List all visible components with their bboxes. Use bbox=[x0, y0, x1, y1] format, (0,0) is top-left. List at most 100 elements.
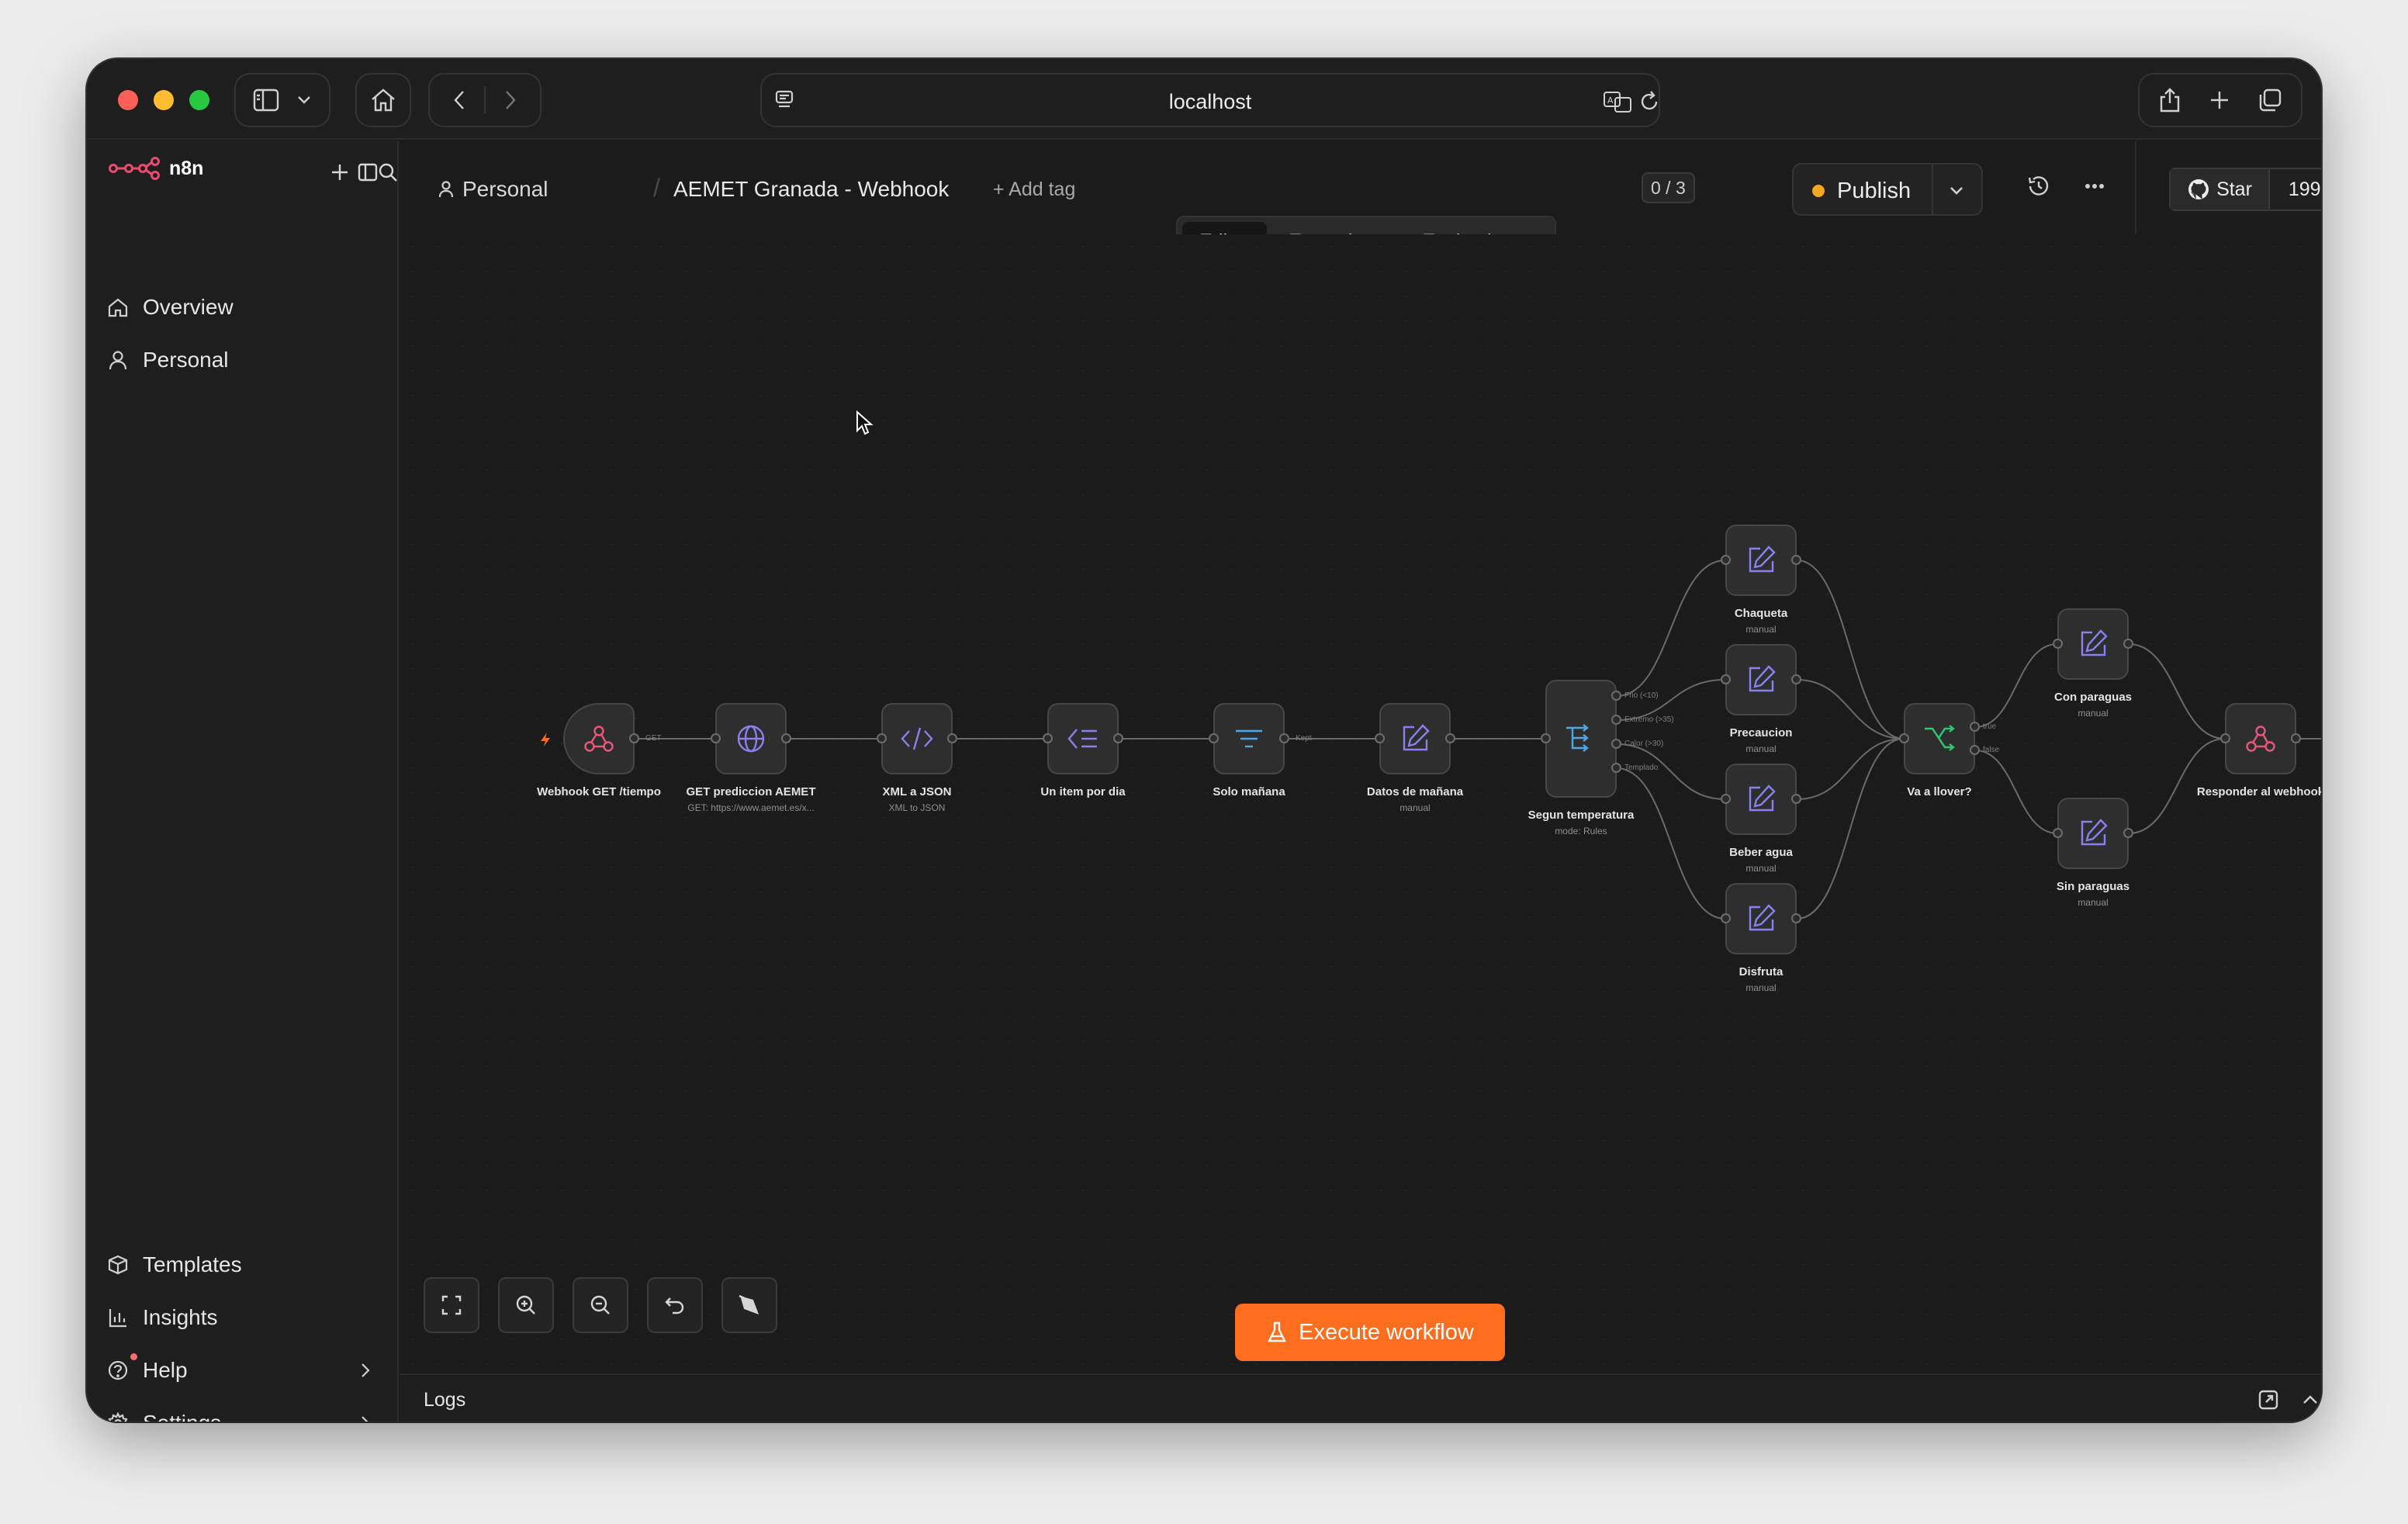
node-datos-de-manana[interactable] bbox=[1379, 703, 1451, 774]
reload-icon[interactable] bbox=[1638, 90, 1660, 113]
input-port[interactable] bbox=[1541, 733, 1551, 743]
undo-button[interactable] bbox=[647, 1277, 703, 1333]
input-port[interactable] bbox=[711, 733, 721, 743]
version-history-button[interactable] bbox=[2026, 174, 2051, 203]
connection-edge[interactable] bbox=[1616, 679, 1726, 721]
tab-overview-icon[interactable] bbox=[2258, 88, 2282, 113]
node-chaqueta[interactable] bbox=[1725, 525, 1797, 596]
connection-edge[interactable] bbox=[1616, 767, 1726, 920]
back-icon[interactable] bbox=[452, 88, 467, 112]
new-tab-icon[interactable] bbox=[2208, 88, 2231, 112]
output-port-false[interactable] bbox=[1970, 745, 1980, 755]
maximize-window-button[interactable] bbox=[189, 90, 209, 110]
node-sin-paraguas[interactable] bbox=[2057, 798, 2129, 869]
nav-help[interactable]: Help bbox=[107, 1349, 379, 1392]
nav-templates[interactable]: Templates bbox=[107, 1243, 379, 1287]
if-icon bbox=[1925, 725, 1955, 751]
execute-workflow-button[interactable]: Execute workflow bbox=[1235, 1304, 1505, 1361]
output-port-calor[interactable] bbox=[1611, 739, 1621, 749]
more-options-button[interactable] bbox=[2082, 174, 2107, 203]
close-window-button[interactable] bbox=[118, 90, 138, 110]
workflow-canvas[interactable]: + GET Kept Frio (<10) Extremo (>35) Calo… bbox=[400, 234, 2321, 1373]
zoom-in-icon bbox=[516, 1295, 535, 1314]
collapse-sidebar-button[interactable] bbox=[354, 158, 382, 186]
output-port-frio[interactable] bbox=[1611, 691, 1621, 701]
node-label: Disfruta bbox=[1739, 965, 1784, 978]
nav-overview[interactable]: Overview bbox=[107, 286, 379, 329]
webhook-icon bbox=[584, 726, 614, 752]
input-port[interactable] bbox=[1721, 913, 1731, 923]
node-un-item-por-dia[interactable] bbox=[1047, 703, 1119, 774]
translate-icon[interactable]: A bbox=[1603, 90, 1632, 113]
output-port[interactable] bbox=[629, 733, 639, 743]
input-port[interactable] bbox=[1899, 733, 1909, 743]
github-star-button[interactable]: Star 199,951 bbox=[2169, 168, 2321, 211]
minimize-window-button[interactable] bbox=[154, 90, 174, 110]
tidy-up-button[interactable] bbox=[721, 1277, 777, 1333]
input-port[interactable] bbox=[877, 733, 887, 743]
output-port[interactable] bbox=[781, 733, 791, 743]
node-get-prediccion-aemet[interactable] bbox=[715, 703, 787, 774]
node-disfruta[interactable] bbox=[1725, 883, 1797, 954]
node-beber-agua[interactable] bbox=[1725, 764, 1797, 835]
create-button[interactable] bbox=[326, 158, 354, 186]
input-port[interactable] bbox=[1375, 733, 1385, 743]
n8n-logo[interactable]: n8n bbox=[109, 157, 203, 180]
node-responder-al-webhook[interactable] bbox=[2225, 703, 2296, 774]
address-bar[interactable]: localhost A bbox=[760, 73, 1660, 127]
output-port-true[interactable] bbox=[1970, 722, 1980, 732]
output-port[interactable] bbox=[1791, 674, 1801, 684]
output-port[interactable] bbox=[2291, 733, 2301, 743]
fit-view-button[interactable] bbox=[424, 1277, 479, 1333]
input-port[interactable] bbox=[1721, 555, 1731, 565]
share-icon[interactable] bbox=[2158, 87, 2181, 113]
node-segun-temperatura[interactable] bbox=[1545, 680, 1617, 798]
add-tag-button[interactable]: + Add tag bbox=[993, 178, 1075, 201]
nav-personal[interactable]: Personal bbox=[107, 338, 379, 382]
output-port[interactable] bbox=[2123, 828, 2133, 838]
chevron-down-icon[interactable] bbox=[1947, 182, 1966, 200]
node-webhook-get-tiempo[interactable] bbox=[563, 703, 635, 774]
breadcrumb-project[interactable]: Personal bbox=[438, 177, 548, 202]
output-port[interactable] bbox=[947, 733, 957, 743]
publish-button[interactable]: Publish bbox=[1792, 163, 1983, 216]
forward-icon[interactable] bbox=[503, 88, 518, 112]
logs-panel[interactable]: Logs bbox=[400, 1373, 2321, 1422]
connection-edge[interactable] bbox=[1796, 559, 1905, 739]
connection-edge[interactable] bbox=[1796, 738, 1905, 920]
input-port[interactable] bbox=[2220, 733, 2230, 743]
zoom-out-button[interactable] bbox=[573, 1277, 628, 1333]
production-checklist-counter[interactable]: 0 / 3 bbox=[1642, 172, 1695, 203]
output-port[interactable] bbox=[1791, 794, 1801, 804]
output-port[interactable] bbox=[1113, 733, 1123, 743]
output-port[interactable] bbox=[1445, 733, 1455, 743]
input-port[interactable] bbox=[2053, 828, 2063, 838]
output-port-extremo[interactable] bbox=[1611, 715, 1621, 725]
output-port[interactable] bbox=[1279, 733, 1289, 743]
nav-settings[interactable]: Settings bbox=[107, 1401, 379, 1422]
nav-insights[interactable]: Insights bbox=[107, 1296, 379, 1339]
output-port[interactable] bbox=[1791, 555, 1801, 565]
output-port[interactable] bbox=[2123, 639, 2133, 649]
user-icon bbox=[438, 181, 454, 198]
output-port[interactable] bbox=[1791, 913, 1801, 923]
github-star[interactable]: Star bbox=[2171, 169, 2270, 210]
logs-popout-button[interactable] bbox=[2258, 1389, 2279, 1415]
input-port[interactable] bbox=[1209, 733, 1219, 743]
input-port[interactable] bbox=[1721, 794, 1731, 804]
input-port[interactable] bbox=[1721, 674, 1731, 684]
node-con-paraguas[interactable] bbox=[2057, 608, 2129, 680]
node-precaucion[interactable] bbox=[1725, 644, 1797, 715]
input-port[interactable] bbox=[1043, 733, 1053, 743]
zoom-in-button[interactable] bbox=[498, 1277, 554, 1333]
node-xml-a-json[interactable] bbox=[881, 703, 953, 774]
notification-dot bbox=[130, 1353, 137, 1360]
workflow-name[interactable]: AEMET Granada - Webhook bbox=[673, 177, 949, 202]
node-solo-manana[interactable] bbox=[1213, 703, 1285, 774]
sidebar-toggle-button[interactable] bbox=[234, 73, 330, 127]
output-port-templado[interactable] bbox=[1611, 763, 1621, 773]
input-port[interactable] bbox=[2053, 639, 2063, 649]
home-button[interactable] bbox=[355, 73, 411, 127]
node-va-a-llover[interactable] bbox=[1904, 703, 1975, 774]
logs-expand-button[interactable] bbox=[2299, 1389, 2321, 1415]
